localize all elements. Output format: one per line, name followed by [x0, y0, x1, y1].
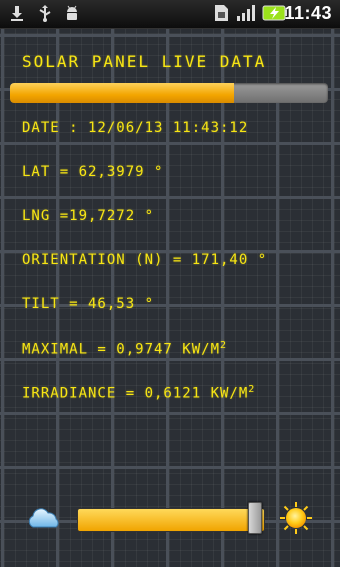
irradiance-unit-exponent: 2: [248, 384, 256, 395]
power-progress-bar: [10, 83, 328, 103]
android-debug-icon: [67, 5, 77, 20]
orientation-reading: ORIENTATION (N) = 171,40 °: [22, 252, 268, 268]
tilt-reading: TILT = 46,53 °: [22, 296, 155, 312]
status-bar: 11:43: [0, 0, 340, 29]
signal-icon: [237, 5, 255, 21]
date-reading: DATE : 12/06/13 11:43:12: [22, 120, 249, 136]
weather-slider-track[interactable]: [77, 508, 265, 532]
sim-card-icon: [215, 5, 228, 21]
irradiance-value: IRRADIANCE = 0,6121 KW/M: [22, 385, 249, 402]
maximal-value: MAXIMAL = 0,9747 KW/M: [22, 341, 221, 358]
page-title: SOLAR PANEL LIVE DATA: [22, 52, 267, 71]
weather-slider-thumb[interactable]: [247, 502, 262, 534]
maximal-unit-exponent: 2: [220, 340, 228, 351]
usb-icon: [39, 5, 51, 22]
sun-icon: [280, 502, 312, 534]
download-icon: [11, 6, 23, 21]
longitude-reading: LNG =19,7272 °: [22, 208, 155, 224]
irradiance-reading: IRRADIANCE = 0,6121 KW/M2: [22, 384, 255, 402]
clock-time: 11:43: [284, 3, 332, 23]
maximal-reading: MAXIMAL = 0,9747 KW/M2: [22, 340, 227, 358]
latitude-reading: LAT = 62,3979 °: [22, 164, 164, 180]
power-progress-fill: [10, 83, 235, 103]
cloud-icon: [28, 508, 59, 528]
